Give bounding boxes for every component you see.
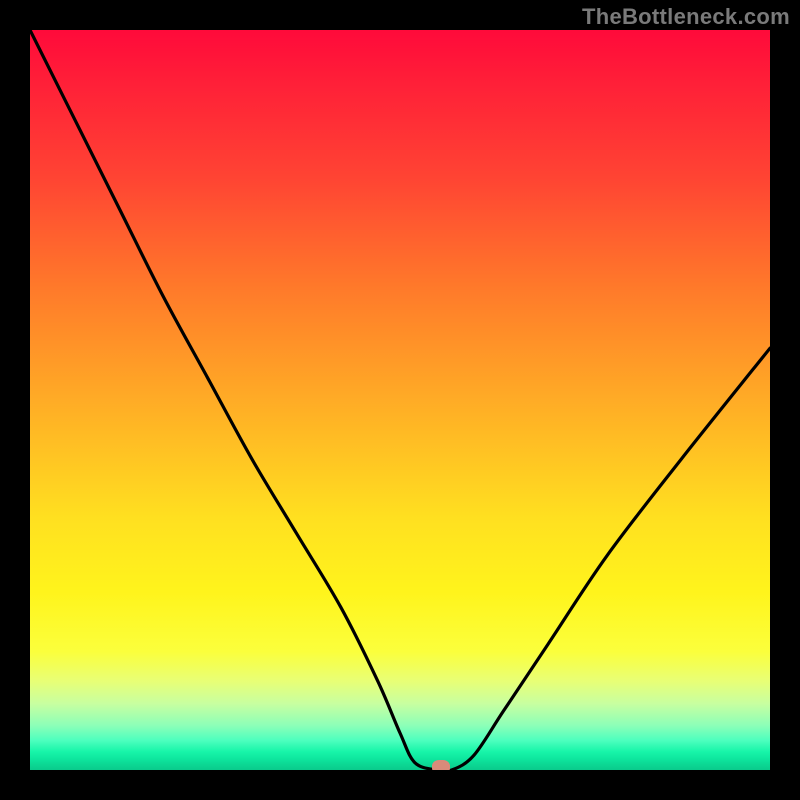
plot-area [30,30,770,770]
chart-frame: TheBottleneck.com [0,0,800,800]
optimal-point-marker [432,760,450,770]
bottleneck-curve [30,30,770,770]
watermark-text: TheBottleneck.com [582,4,790,30]
